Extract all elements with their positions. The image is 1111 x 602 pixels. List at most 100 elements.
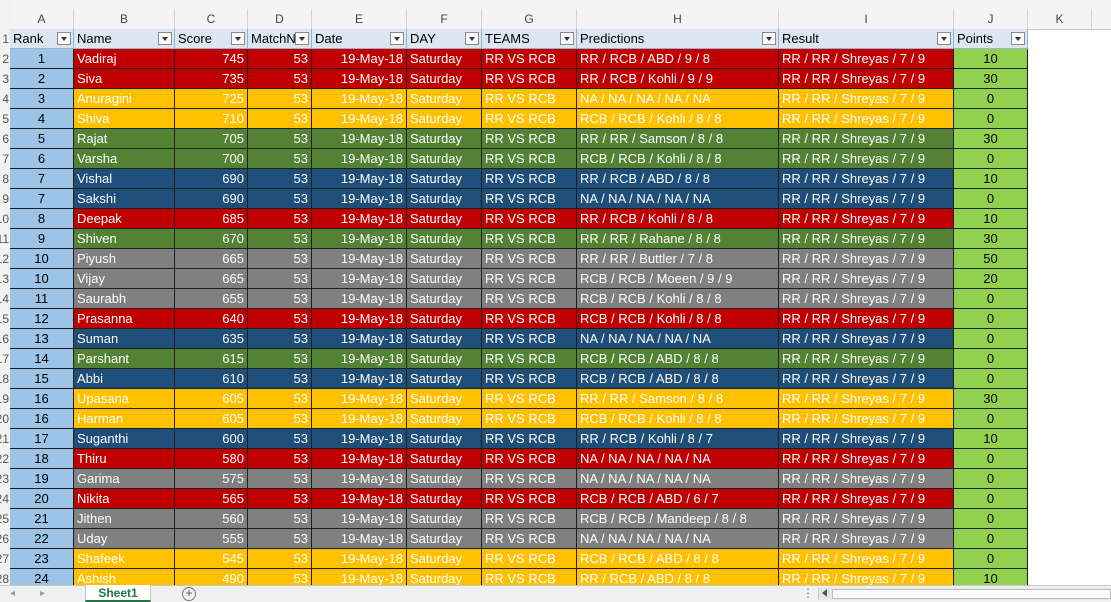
- cell-day[interactable]: Saturday: [407, 529, 482, 549]
- cell-result[interactable]: RR / RR / Shreyas / 7 / 9: [779, 229, 954, 249]
- cell-name[interactable]: Prasanna: [74, 309, 175, 329]
- cell-name[interactable]: Upasana: [74, 389, 175, 409]
- row-number[interactable]: 7: [0, 149, 10, 169]
- column-letter-i[interactable]: I: [779, 9, 954, 29]
- cell-day[interactable]: Saturday: [407, 489, 482, 509]
- row-number[interactable]: 5: [0, 109, 10, 129]
- cell-teams[interactable]: RR VS RCB: [482, 189, 577, 209]
- cell-day[interactable]: Saturday: [407, 469, 482, 489]
- row-number[interactable]: 16: [0, 329, 10, 349]
- cell-prediction[interactable]: NA / NA / NA / NA / NA: [577, 329, 779, 349]
- cell-result[interactable]: RR / RR / Shreyas / 7 / 9: [779, 289, 954, 309]
- cell-name[interactable]: Abbi: [74, 369, 175, 389]
- cell-score[interactable]: 655: [175, 289, 248, 309]
- header-rank[interactable]: Rank: [10, 29, 74, 49]
- cell-name[interactable]: Sakshi: [74, 189, 175, 209]
- horizontal-scrollbar-thumb[interactable]: [832, 589, 1111, 599]
- cell-prediction[interactable]: RCB / RCB / ABD / 8 / 8: [577, 349, 779, 369]
- filter-dropdown-icon[interactable]: [1011, 32, 1025, 45]
- cell-score[interactable]: 670: [175, 229, 248, 249]
- cell-match[interactable]: 53: [248, 389, 312, 409]
- cell-day[interactable]: Saturday: [407, 329, 482, 349]
- cell-name[interactable]: Shiven: [74, 229, 175, 249]
- cell-points[interactable]: 30: [954, 389, 1028, 409]
- cell-match[interactable]: 53: [248, 429, 312, 449]
- cell-date[interactable]: 19-May-18: [312, 249, 407, 269]
- cell-result[interactable]: RR / RR / Shreyas / 7 / 9: [779, 49, 954, 69]
- cell-rank[interactable]: 17: [10, 429, 74, 449]
- cell-points[interactable]: 0: [954, 109, 1028, 129]
- cell-result[interactable]: RR / RR / Shreyas / 7 / 9: [779, 69, 954, 89]
- cell-teams[interactable]: RR VS RCB: [482, 469, 577, 489]
- cell-rank[interactable]: 23: [10, 549, 74, 569]
- cell-date[interactable]: 19-May-18: [312, 369, 407, 389]
- cell-score[interactable]: 725: [175, 89, 248, 109]
- column-letter-j[interactable]: J: [954, 9, 1028, 29]
- row-number[interactable]: 2: [0, 49, 10, 69]
- cell-teams[interactable]: RR VS RCB: [482, 169, 577, 189]
- cell-prediction[interactable]: RCB / RCB / Kohli / 8 / 8: [577, 109, 779, 129]
- cell-name[interactable]: Ashish: [74, 569, 175, 585]
- cell-date[interactable]: 19-May-18: [312, 569, 407, 585]
- cell-result[interactable]: RR / RR / Shreyas / 7 / 9: [779, 189, 954, 209]
- cell-match[interactable]: 53: [248, 369, 312, 389]
- row-number[interactable]: 20: [0, 409, 10, 429]
- cell-result[interactable]: RR / RR / Shreyas / 7 / 9: [779, 449, 954, 469]
- cell-rank[interactable]: 22: [10, 529, 74, 549]
- cell-score[interactable]: 690: [175, 169, 248, 189]
- cell-rank[interactable]: 15: [10, 369, 74, 389]
- row-number[interactable]: 21: [0, 429, 10, 449]
- cell-date[interactable]: 19-May-18: [312, 69, 407, 89]
- add-sheet-icon[interactable]: +: [182, 587, 196, 601]
- cell-teams[interactable]: RR VS RCB: [482, 149, 577, 169]
- cell-date[interactable]: 19-May-18: [312, 209, 407, 229]
- cell-prediction[interactable]: RR / RR / Samson / 8 / 8: [577, 129, 779, 149]
- cell-day[interactable]: Saturday: [407, 389, 482, 409]
- header-day[interactable]: DAY: [407, 29, 482, 49]
- cell-score[interactable]: 710: [175, 109, 248, 129]
- cell-day[interactable]: Saturday: [407, 229, 482, 249]
- cell-name[interactable]: Vishal: [74, 169, 175, 189]
- cell-result[interactable]: RR / RR / Shreyas / 7 / 9: [779, 269, 954, 289]
- cell-teams[interactable]: RR VS RCB: [482, 269, 577, 289]
- cell-date[interactable]: 19-May-18: [312, 189, 407, 209]
- cell-match[interactable]: 53: [248, 189, 312, 209]
- column-letter-f[interactable]: F: [407, 9, 482, 29]
- cell-match[interactable]: 53: [248, 309, 312, 329]
- cell-result[interactable]: RR / RR / Shreyas / 7 / 9: [779, 429, 954, 449]
- cell-rank[interactable]: 1: [10, 49, 74, 69]
- cell-match[interactable]: 53: [248, 409, 312, 429]
- cell-day[interactable]: Saturday: [407, 509, 482, 529]
- cell-rank[interactable]: 14: [10, 349, 74, 369]
- cell-teams[interactable]: RR VS RCB: [482, 409, 577, 429]
- cell-day[interactable]: Saturday: [407, 89, 482, 109]
- cell-day[interactable]: Saturday: [407, 69, 482, 89]
- cell-points[interactable]: 10: [954, 569, 1028, 585]
- cell-date[interactable]: 19-May-18: [312, 349, 407, 369]
- row-number[interactable]: 17: [0, 349, 10, 369]
- cell-match[interactable]: 53: [248, 169, 312, 189]
- cell-date[interactable]: 19-May-18: [312, 149, 407, 169]
- cell-rank[interactable]: 20: [10, 489, 74, 509]
- row-number[interactable]: 8: [0, 169, 10, 189]
- cell-points[interactable]: 20: [954, 269, 1028, 289]
- cell-result[interactable]: RR / RR / Shreyas / 7 / 9: [779, 569, 954, 585]
- cell-score[interactable]: 735: [175, 69, 248, 89]
- cell-name[interactable]: Siva: [74, 69, 175, 89]
- cell-teams[interactable]: RR VS RCB: [482, 109, 577, 129]
- cell-teams[interactable]: RR VS RCB: [482, 249, 577, 269]
- cell-date[interactable]: 19-May-18: [312, 489, 407, 509]
- cell-result[interactable]: RR / RR / Shreyas / 7 / 9: [779, 169, 954, 189]
- cell-name[interactable]: Saurabh: [74, 289, 175, 309]
- cell-date[interactable]: 19-May-18: [312, 289, 407, 309]
- cell-result[interactable]: RR / RR / Shreyas / 7 / 9: [779, 489, 954, 509]
- scroll-tabs-left-icon[interactable]: ◂: [10, 587, 15, 601]
- cell-prediction[interactable]: RCB / RCB / ABD / 6 / 7: [577, 489, 779, 509]
- cell-points[interactable]: 30: [954, 229, 1028, 249]
- cell-score[interactable]: 705: [175, 129, 248, 149]
- row-number[interactable]: 19: [0, 389, 10, 409]
- cell-name[interactable]: Jithen: [74, 509, 175, 529]
- cell-result[interactable]: RR / RR / Shreyas / 7 / 9: [779, 149, 954, 169]
- cell-rank[interactable]: 7: [10, 189, 74, 209]
- cell-prediction[interactable]: RCB / RCB / Kohli / 8 / 8: [577, 289, 779, 309]
